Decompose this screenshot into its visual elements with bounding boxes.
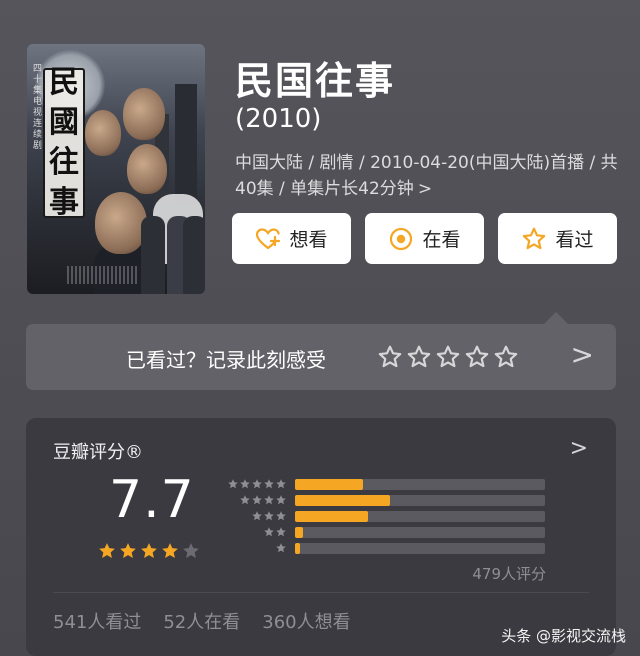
star-outline-icon[interactable]: [435, 344, 461, 370]
poster-title-box: 民 國 往 事: [43, 65, 85, 220]
review-prompt-bar[interactable]: 已看过？记录此刻感受 >: [26, 324, 616, 390]
poster-figure: [183, 216, 205, 294]
rating-bar-fill: [295, 511, 368, 522]
star-small-icon: [264, 495, 274, 505]
rating-bar-fill: [295, 527, 303, 538]
star-outline-icon: [521, 226, 547, 252]
star-small-icon: [240, 479, 250, 489]
watched-count[interactable]: 541人看过: [53, 608, 141, 634]
movie-title: 民国往事: [235, 59, 396, 103]
star-filled-icon: [120, 543, 136, 558]
star-filled-icon: [99, 543, 115, 558]
watching-button[interactable]: 在看: [365, 213, 484, 264]
star-empty-icon: [183, 543, 199, 558]
watching-count[interactable]: 52人在看: [163, 608, 240, 634]
poster-face: [95, 192, 147, 254]
chevron-right-icon[interactable]: >: [570, 436, 588, 461]
audience-stats: 541人看过 52人在看 360人想看: [53, 608, 351, 634]
star-filled-icon: [162, 543, 178, 558]
watching-label: 在看: [422, 229, 461, 251]
rating-bar-fill: [295, 543, 300, 554]
star-outline-icon[interactable]: [464, 344, 490, 370]
chevron-right-icon: >: [417, 179, 433, 199]
star-small-icon: [276, 527, 286, 537]
rating-bar-fill: [295, 495, 390, 506]
poster-credits: [67, 266, 137, 284]
star-small-icon: [252, 495, 262, 505]
rating-bar-track: [295, 511, 545, 522]
star-small-icon: [264, 479, 274, 489]
movie-year: (2010): [235, 104, 322, 134]
rating-bar-track: [295, 495, 545, 506]
star-outline-icon[interactable]: [493, 344, 519, 370]
poster-figure: [141, 216, 165, 294]
rating-card: 豆瓣评分® > 7.7 479人评分 541人看过 52人在看 360人想看: [26, 418, 616, 656]
star-small-icon: [276, 495, 286, 505]
star-small-icon: [252, 511, 262, 521]
rating-bar-row: [224, 540, 550, 556]
poster-image[interactable]: 四十集电视连续剧 民 國 往 事: [27, 44, 205, 294]
rating-bar-track: [295, 479, 545, 490]
rating-bar-track: [295, 527, 545, 538]
rating-score: 7.7: [109, 470, 195, 530]
star-small-icon: [264, 527, 274, 537]
star-small-icon: [276, 511, 286, 521]
poster-title-char: 國: [49, 105, 79, 140]
review-prompt-label: 已看过？记录此刻感受: [126, 348, 326, 372]
divider: [53, 592, 589, 593]
want-to-watch-label: 想看: [289, 229, 328, 251]
poster-face: [85, 110, 121, 156]
rating-bar-stars: [227, 478, 287, 490]
star-outline-icon[interactable]: [406, 344, 432, 370]
watched-button[interactable]: 看过: [498, 213, 617, 264]
star-filled-icon: [141, 543, 157, 558]
rating-distribution: [224, 476, 550, 556]
rating-bar-track: [295, 543, 545, 554]
rating-bar-row: [224, 508, 550, 524]
heart-plus-icon: [255, 226, 281, 252]
chevron-right-icon[interactable]: >: [571, 338, 594, 371]
star-small-icon: [228, 479, 238, 489]
star-small-icon: [276, 479, 286, 489]
rating-bar-stars: [275, 542, 287, 554]
poster-building: [175, 84, 197, 204]
star-outline-icon[interactable]: [377, 344, 403, 370]
movie-meta[interactable]: 中国大陆 / 剧情 / 2010-04-20(中国大陆)首播 / 共40集 / …: [235, 150, 620, 202]
watched-label: 看过: [555, 229, 594, 251]
star-small-icon: [264, 511, 274, 521]
rating-bar-stars: [263, 526, 287, 538]
poster-face: [127, 144, 167, 194]
poster-title-char: 往: [49, 145, 79, 180]
rating-bar-stars: [251, 510, 287, 522]
poster-side-text: 四十集电视连续剧: [33, 64, 43, 151]
want-to-watch-button[interactable]: 想看: [232, 213, 351, 264]
rating-bar-row: [224, 492, 550, 508]
rating-count: 479人评分: [472, 565, 546, 583]
rating-bar-row: [224, 476, 550, 492]
rating-bar-fill: [295, 479, 363, 490]
poster-title-char: 事: [49, 185, 79, 220]
want-count[interactable]: 360人想看: [262, 608, 350, 634]
rating-label: 豆瓣评分®: [53, 442, 143, 463]
rating-stars: [97, 541, 201, 561]
poster-face: [123, 88, 165, 140]
review-star-input[interactable]: [377, 344, 519, 370]
star-small-icon: [240, 495, 250, 505]
watermark: 头条 @影视交流栈: [501, 627, 626, 645]
star-small-icon: [276, 543, 286, 553]
poster-title-char: 民: [49, 65, 79, 100]
target-circle-icon: [388, 226, 414, 252]
rating-bar-stars: [239, 494, 287, 506]
rating-bar-row: [224, 524, 550, 540]
star-small-icon: [252, 479, 262, 489]
